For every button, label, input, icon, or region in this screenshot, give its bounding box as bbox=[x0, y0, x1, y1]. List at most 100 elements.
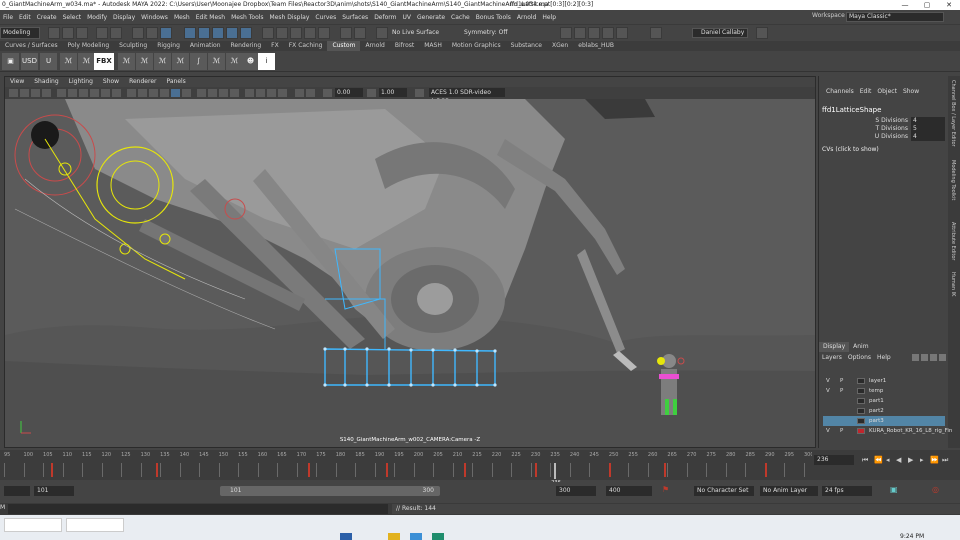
panel-menu-view[interactable]: View bbox=[5, 77, 29, 87]
shadows-icon[interactable] bbox=[182, 89, 191, 97]
viewport-scene[interactable] bbox=[5, 99, 815, 447]
history-icon[interactable] bbox=[340, 27, 352, 39]
motion-blur-icon[interactable] bbox=[208, 89, 217, 97]
wireframe-icon[interactable] bbox=[127, 89, 136, 97]
python-script-icon[interactable]: ℳ bbox=[60, 53, 77, 70]
menu-windows[interactable]: Windows bbox=[138, 14, 171, 21]
workspace-select[interactable]: Maya Classic* bbox=[846, 12, 944, 22]
layer-row-kura-robot[interactable]: V P KURA_Robot_KR_16_L8_rig_Fin bbox=[823, 426, 952, 436]
attr-t-divisions[interactable]: T Divisions 5 bbox=[819, 125, 948, 133]
play-forwards-icon[interactable]: ▶ bbox=[908, 456, 913, 464]
keyframe-marker[interactable] bbox=[764, 463, 767, 477]
command-input[interactable] bbox=[8, 504, 388, 514]
magnet-icon[interactable]: U bbox=[40, 53, 57, 70]
select-face-icon[interactable] bbox=[212, 27, 224, 39]
go-to-start-icon[interactable]: ⏮ bbox=[862, 456, 868, 465]
attr-u-divisions[interactable]: U Divisions 4 bbox=[819, 133, 948, 141]
isolate-icon[interactable] bbox=[245, 89, 254, 97]
side-tab-human-ik[interactable]: Human IK bbox=[950, 272, 956, 296]
menu-surfaces[interactable]: Surfaces bbox=[339, 14, 371, 21]
open-scene-icon[interactable] bbox=[62, 27, 74, 39]
script-icon[interactable]: ℳ bbox=[78, 53, 95, 70]
smooth-shade-icon[interactable] bbox=[138, 89, 147, 97]
lights-icon[interactable] bbox=[171, 89, 180, 97]
menu-deform[interactable]: Deform bbox=[371, 14, 399, 21]
gamma-icon[interactable] bbox=[367, 89, 376, 97]
panel-menu-lighting[interactable]: Lighting bbox=[64, 77, 98, 87]
script7-icon[interactable]: ℳ bbox=[226, 53, 243, 70]
snap-curve-icon[interactable] bbox=[276, 27, 288, 39]
textured-icon[interactable] bbox=[160, 89, 169, 97]
viewport-panel[interactable]: View Shading Lighting Show Renderer Pane… bbox=[4, 76, 816, 448]
script3-icon[interactable]: ℳ bbox=[136, 53, 153, 70]
menu-edit[interactable]: Edit bbox=[16, 14, 34, 21]
exposure-field[interactable]: 0.00 bbox=[335, 88, 363, 97]
grid-icon[interactable] bbox=[57, 89, 66, 97]
new-scene-icon[interactable] bbox=[48, 27, 60, 39]
curve-icon[interactable]: ∫ bbox=[190, 53, 207, 70]
script6-icon[interactable]: ℳ bbox=[208, 53, 225, 70]
dof-icon[interactable] bbox=[230, 89, 239, 97]
script-lang-toggle[interactable]: M bbox=[0, 504, 5, 511]
step-back-key-icon[interactable]: ⏪ bbox=[874, 456, 883, 464]
playback-start-field[interactable]: 101 bbox=[34, 486, 74, 496]
keyframe-marker[interactable] bbox=[534, 463, 537, 477]
panel-menu-shading[interactable]: Shading bbox=[29, 77, 63, 87]
panel-menu-show[interactable]: Show bbox=[98, 77, 124, 87]
taskbar-window-thumb-1[interactable] bbox=[4, 518, 62, 532]
backface-icon[interactable] bbox=[295, 89, 304, 97]
ambient-occlusion-icon[interactable] bbox=[197, 89, 206, 97]
menu-file[interactable]: File bbox=[0, 14, 16, 21]
menu-cache[interactable]: Cache bbox=[448, 14, 473, 21]
shelf-tab-mash[interactable]: MASH bbox=[419, 41, 447, 51]
panel-menu-panels[interactable]: Panels bbox=[161, 77, 190, 87]
fbx-icon[interactable]: FBX bbox=[94, 53, 114, 70]
cb-menu-show[interactable]: Show bbox=[900, 86, 922, 98]
taskbar-browser-icon[interactable] bbox=[410, 533, 422, 540]
channel-box-node-name[interactable]: ffd1LatticeShape bbox=[819, 106, 948, 114]
time-slider-ticks[interactable]: 236 bbox=[4, 463, 810, 486]
layer-tab-display[interactable]: Display bbox=[819, 342, 850, 352]
keyframe-marker[interactable] bbox=[156, 463, 159, 477]
shelf-tab-sculpting[interactable]: Sculpting bbox=[114, 41, 152, 51]
step-back-frame-icon[interactable]: ◂ bbox=[886, 456, 890, 464]
arnold-render-icon[interactable] bbox=[650, 27, 662, 39]
sound-icon[interactable]: ▣ bbox=[890, 485, 898, 494]
snap-grid-icon[interactable] bbox=[262, 27, 274, 39]
menu-arnold[interactable]: Arnold bbox=[514, 14, 539, 21]
layer-row-temp[interactable]: V P temp bbox=[823, 386, 945, 396]
layer-color-swatch[interactable] bbox=[857, 378, 865, 384]
menu-mesh-tools[interactable]: Mesh Tools bbox=[228, 14, 266, 21]
keyframe-marker[interactable] bbox=[386, 463, 389, 477]
menu-edit-mesh[interactable]: Edit Mesh bbox=[193, 14, 228, 21]
taskbar-app-icon[interactable] bbox=[340, 533, 352, 540]
layer-menu-layers[interactable]: Layers bbox=[819, 353, 845, 363]
current-time-indicator[interactable] bbox=[554, 463, 557, 479]
select-uv-icon[interactable] bbox=[226, 27, 238, 39]
cb-menu-edit[interactable]: Edit bbox=[857, 86, 875, 98]
camera-attributes-icon[interactable] bbox=[20, 89, 29, 97]
side-tab-channel-box[interactable]: Channel Box / Layer Editor bbox=[950, 80, 956, 147]
bookmark-icon[interactable] bbox=[31, 89, 40, 97]
script4-icon[interactable]: ℳ bbox=[154, 53, 171, 70]
hypershade-icon[interactable] bbox=[616, 27, 628, 39]
layer-row-part1[interactable]: part1 bbox=[823, 396, 945, 406]
menu-uv[interactable]: UV bbox=[400, 14, 415, 21]
safe-action-icon[interactable] bbox=[112, 89, 121, 97]
shelf-tab-animation[interactable]: Animation bbox=[185, 41, 226, 51]
camera-select-icon[interactable] bbox=[9, 89, 18, 97]
anim-start-field[interactable] bbox=[4, 486, 30, 496]
script5-icon[interactable]: ℳ bbox=[172, 53, 189, 70]
side-tab-modeling-toolkit[interactable]: Modeling Toolkit bbox=[950, 160, 956, 200]
shelf-tab-fx[interactable]: FX bbox=[266, 41, 284, 51]
layer-menu-help[interactable]: Help bbox=[874, 353, 894, 363]
snap-point-icon[interactable] bbox=[290, 27, 302, 39]
select-vertex-icon[interactable] bbox=[184, 27, 196, 39]
anim-layer-select[interactable]: No Anim Layer bbox=[760, 486, 818, 496]
cb-menu-object[interactable]: Object bbox=[874, 86, 900, 98]
wire-on-shaded-icon[interactable] bbox=[149, 89, 158, 97]
maximize-button[interactable]: ▢ bbox=[916, 0, 938, 10]
layer-color-swatch[interactable] bbox=[857, 388, 865, 394]
close-button[interactable]: ✕ bbox=[938, 0, 960, 10]
step-forward-key-icon[interactable]: ⏩ bbox=[930, 456, 939, 464]
